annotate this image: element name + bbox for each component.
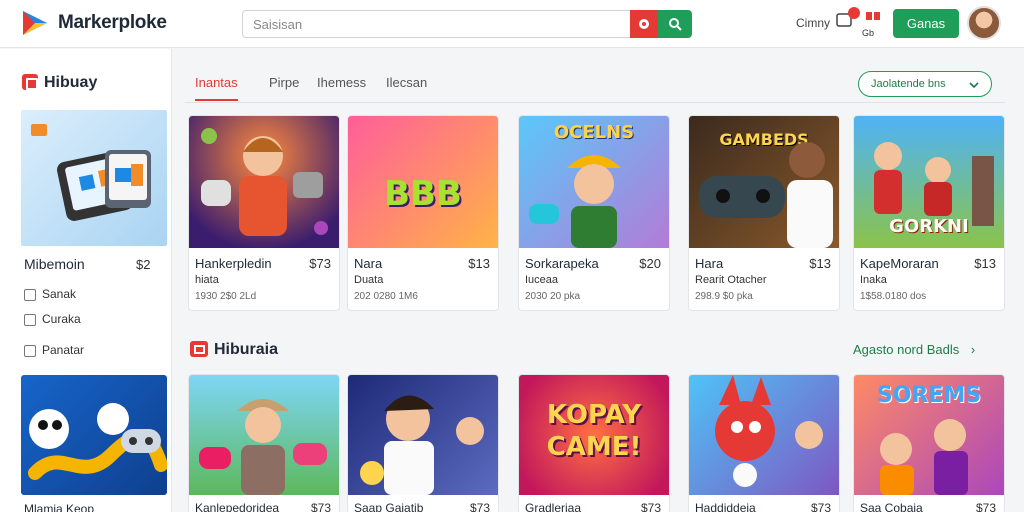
filter-checkbox-1[interactable]: Curaka (24, 312, 164, 328)
game-name: Nara (354, 256, 383, 271)
game-meta: 2030 20 pka (525, 291, 581, 302)
game-card[interactable]: GORKNI KapeMoraran $13 Inaka 1$58.0180 d… (853, 115, 1005, 311)
sidebar-promo-image[interactable] (21, 375, 167, 495)
sidebar-section-count: $2 (136, 257, 151, 272)
voice-search-button[interactable] (630, 10, 658, 38)
cart-label: Gb (862, 28, 875, 38)
game-subtitle: hiata (195, 274, 219, 286)
see-more-label: Agasto nord Badls (853, 342, 960, 357)
sidebar-title: Hibuay (44, 74, 98, 91)
checkbox-box[interactable] (24, 289, 36, 301)
game-meta: 202 0280 1M6 (354, 291, 418, 302)
game-price: $20 (639, 256, 661, 271)
game-thumbnail[interactable] (189, 375, 339, 495)
game-price: $73 (469, 501, 490, 512)
game-thumbnail[interactable] (689, 375, 839, 495)
game-name: Kanlepedoridea (195, 501, 280, 512)
notifications-icon[interactable] (834, 7, 860, 36)
primary-action-button[interactable]: Ganas (893, 9, 959, 38)
game-name: Sorkarapeka (525, 256, 599, 271)
play-logo-icon[interactable] (20, 9, 50, 37)
game-card[interactable]: Saap Gaiatib $73 (347, 374, 499, 512)
game-subtitle: Iuceaa (525, 274, 559, 286)
game-meta: 298.9 $0 pka (695, 291, 753, 302)
brand-name[interactable]: Markerploke (58, 12, 167, 34)
notification-badge (848, 7, 860, 19)
game-card[interactable]: Haddiddeia $73 (688, 374, 840, 512)
game-card[interactable]: Hankerpledin $73 hiata 1930 2$0 2Ld (188, 115, 340, 311)
sidebar-title-icon (22, 74, 38, 90)
game-price: $73 (640, 501, 661, 512)
tab-1[interactable]: Pirpe (269, 75, 299, 90)
tab-0[interactable]: Inantas (195, 75, 238, 101)
cart-icon[interactable]: Gb (862, 10, 884, 38)
filter-checkbox-2[interactable]: Panatar (24, 343, 164, 359)
see-more-link[interactable]: Agasto nord Badls › (853, 342, 975, 357)
chevron-down-icon (969, 82, 979, 89)
game-card[interactable]: KOPAY CAME! Gradleriaa $73 (518, 374, 670, 512)
game-thumbnail[interactable]: BBB (348, 116, 498, 248)
game-price: $13 (468, 256, 490, 271)
thumbnail-title: GORKNI (889, 216, 969, 237)
game-card[interactable]: GAMBEDS Hara $13 Rearit Otacher 298.9 $0… (688, 115, 840, 311)
game-name: Haddiddeia (695, 501, 756, 512)
game-name: KapeMoraran (860, 256, 939, 271)
checkbox-box[interactable] (24, 345, 36, 357)
game-price: $73 (309, 256, 331, 271)
filter-label: Curaka (42, 312, 81, 326)
game-name: Saap Gaiatib (354, 501, 424, 512)
search-input[interactable] (242, 10, 632, 38)
tab-3[interactable]: Ilecsan (386, 75, 427, 90)
filter-dropdown-label: Jaolatende bns (871, 78, 946, 90)
game-card[interactable]: BBB Nara $13 Duata 202 0280 1M6 (347, 115, 499, 311)
filter-label: Sanak (42, 287, 77, 301)
game-name: Saa Cobaia (860, 501, 923, 512)
game-thumbnail[interactable] (348, 375, 498, 495)
thumbnail-title: BBB (384, 174, 462, 214)
game-name: Hara (695, 256, 724, 271)
game-card[interactable]: Kanlepedoridea $73 (188, 374, 340, 512)
tab-2[interactable]: Ihemess (317, 75, 366, 90)
search-icon (669, 18, 682, 31)
sidebar-banner-image[interactable] (21, 110, 167, 246)
game-price: $73 (810, 501, 831, 512)
account-text[interactable]: Cimny (796, 16, 830, 30)
chevron-right-icon: › (970, 342, 976, 357)
sidebar-section-label: Mibemoin (24, 256, 85, 272)
game-meta: 1930 2$0 2Ld (195, 291, 257, 302)
game-subtitle: Duata (354, 274, 384, 286)
game-name: Gradleriaa (525, 501, 582, 512)
filter-dropdown[interactable]: Jaolatende bns (858, 71, 992, 97)
game-thumbnail[interactable] (189, 116, 339, 248)
filter-checkbox-0[interactable]: Sanak (24, 287, 164, 303)
game-card[interactable]: OCELNS Sorkarapeka $20 Iuceaa 2030 20 pk… (518, 115, 670, 311)
mic-icon (639, 19, 649, 29)
game-thumbnail[interactable]: GORKNI (854, 116, 1004, 248)
sidebar-promo-label[interactable]: Mlamia Keop (24, 502, 94, 512)
section-title: Hiburaia (214, 341, 279, 358)
thumbnail-title: KOPAY CAME! (546, 400, 642, 462)
search-button[interactable] (658, 10, 692, 38)
checkbox-box[interactable] (24, 314, 36, 326)
game-subtitle: Inaka (860, 274, 887, 286)
game-thumbnail[interactable]: GAMBEDS (689, 116, 839, 248)
game-thumbnail[interactable]: KOPAY CAME! (519, 375, 669, 495)
game-thumbnail[interactable]: OCELNS (519, 116, 669, 248)
game-name: Hankerpledin (195, 256, 272, 271)
game-price: $73 (975, 501, 996, 512)
game-price: $73 (310, 501, 331, 512)
game-card[interactable]: SOREMS Saa Cobaia $73 (853, 374, 1005, 512)
section-icon (190, 341, 208, 357)
sidebar: Hibuay Mibemoin $2 Sanak Curaka Panatar (0, 49, 172, 512)
filter-label: Panatar (42, 343, 85, 357)
avatar[interactable] (967, 6, 1001, 40)
game-thumbnail[interactable]: SOREMS (854, 375, 1004, 495)
game-price: $13 (809, 256, 831, 271)
game-price: $13 (974, 256, 996, 271)
game-subtitle: Rearit Otacher (695, 274, 767, 286)
game-meta: 1$58.0180 dos (860, 291, 927, 302)
top-bar: Markerploke Cimny Gb Ganas (0, 0, 1024, 48)
